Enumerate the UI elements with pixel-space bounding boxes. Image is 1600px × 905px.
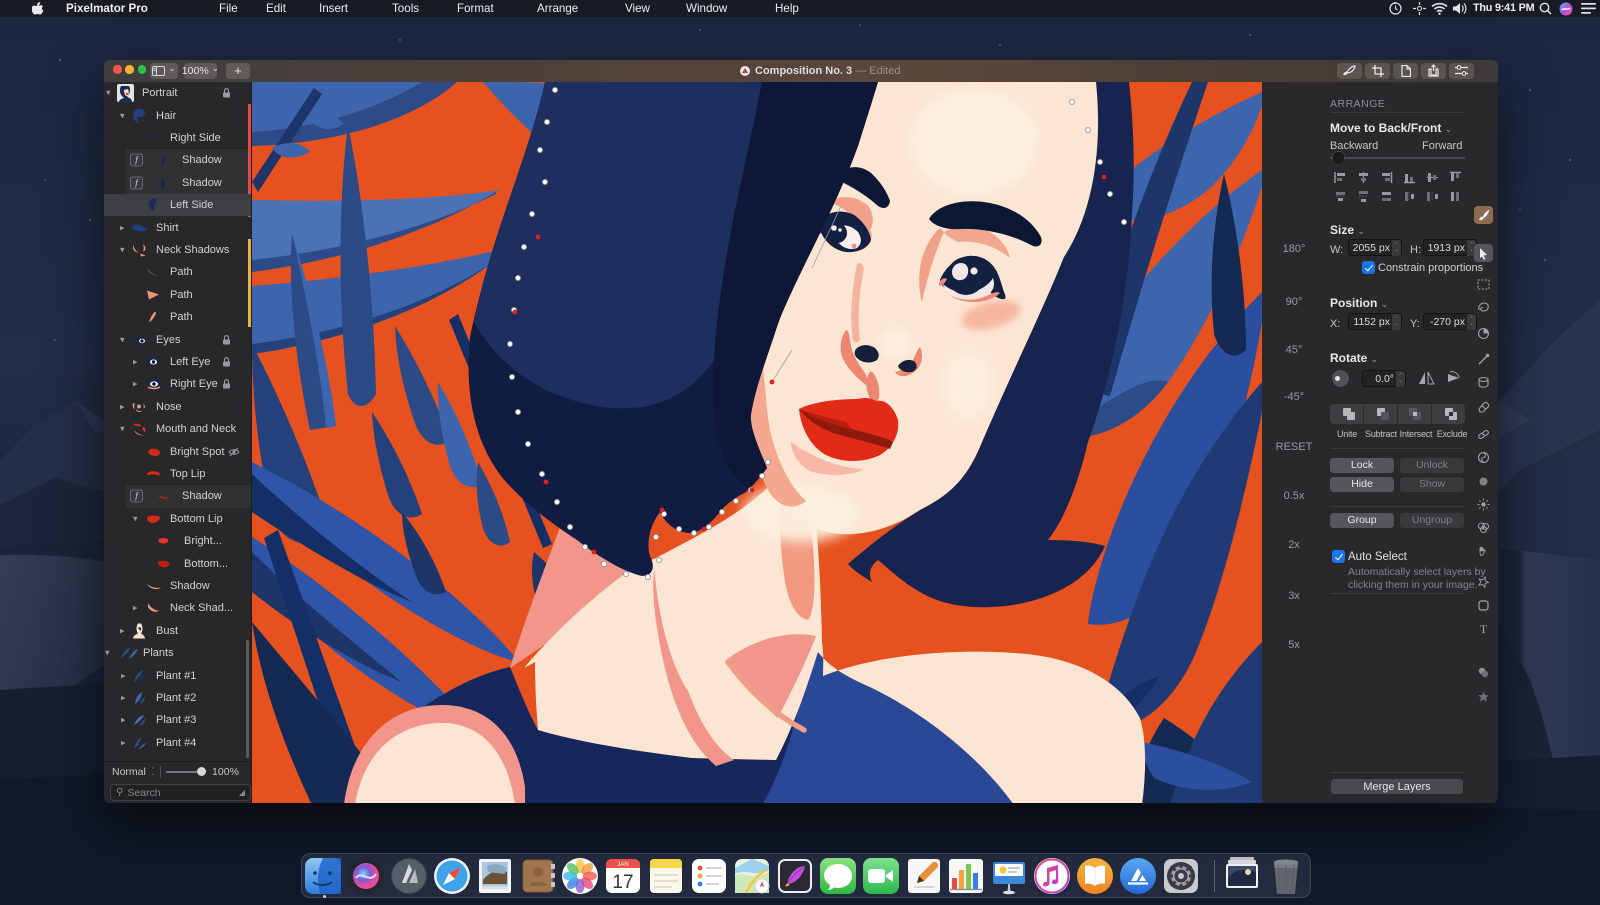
svg-text:17: 17 bbox=[612, 872, 633, 893]
svg-text:T: T bbox=[1480, 622, 1488, 635]
svg-text:JAN: JAN bbox=[617, 862, 628, 868]
